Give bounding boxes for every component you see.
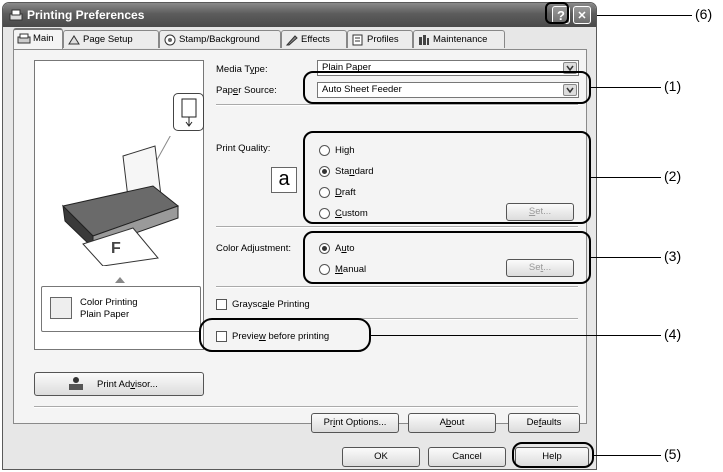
print-quality-icon: a	[271, 167, 297, 193]
stamp-icon	[164, 34, 176, 46]
tab-profiles[interactable]: Profiles	[347, 30, 413, 48]
tab-label: Main	[33, 33, 54, 44]
tab-label: Effects	[301, 34, 330, 45]
page-setup-icon	[68, 35, 80, 45]
callout-color-adjustment-outline	[303, 231, 591, 284]
callout-help-outline	[512, 442, 594, 468]
color-adjustment-label: Color Adjustment:	[216, 243, 291, 254]
paper-orientation-indicator	[173, 93, 204, 131]
tab-label: Stamp/Background	[179, 34, 260, 45]
callout-label-4: (4)	[664, 326, 682, 342]
paper-source-label: Paper Source:	[216, 85, 277, 96]
tab-page-setup[interactable]: Page Setup	[63, 30, 159, 48]
title-bar: Printing Preferences ? ✕	[3, 3, 596, 27]
status-color-mode: Color Printing	[80, 297, 138, 308]
portrait-sheet-icon	[181, 98, 197, 127]
leader-line-3	[591, 257, 661, 258]
divider	[216, 286, 578, 288]
status-paper-type: Plain Paper	[80, 309, 130, 320]
tab-maintenance[interactable]: Maintenance	[413, 30, 505, 48]
svg-text:F: F	[111, 240, 121, 257]
profiles-icon	[352, 34, 363, 46]
divider	[216, 104, 578, 106]
callout-label-1: (1)	[664, 78, 682, 94]
print-advisor-icon	[69, 377, 83, 390]
divider	[34, 406, 578, 408]
print-quality-label: Print Quality:	[216, 143, 271, 154]
callout-print-quality-outline	[303, 131, 591, 224]
callout-media-type-outline	[303, 71, 591, 104]
print-options-button[interactable]: Print Options...	[311, 413, 399, 433]
tab-label: Maintenance	[433, 34, 488, 45]
arrow-up-icon	[115, 277, 125, 283]
tab-stamp-background[interactable]: Stamp/Background	[159, 30, 281, 48]
tab-main[interactable]: Main	[13, 28, 63, 49]
leader-line-6	[597, 15, 692, 16]
leader-line-5	[594, 455, 661, 456]
effects-icon	[285, 35, 298, 46]
printer-icon	[17, 33, 31, 44]
tab-label: Page Setup	[83, 34, 133, 45]
window-title: Printing Preferences	[27, 8, 145, 22]
status-box: Color Printing Plain Paper	[41, 286, 201, 332]
close-button[interactable]: ✕	[573, 6, 591, 24]
cancel-button[interactable]: Cancel	[428, 447, 506, 467]
maintenance-icon	[419, 35, 429, 45]
print-preview-area: F Color Printing Plain Paper	[34, 60, 204, 350]
divider	[216, 226, 578, 228]
grayscale-checkbox[interactable]	[216, 299, 227, 310]
tab-label: Profiles	[367, 34, 399, 45]
paper-type-icon	[50, 297, 72, 319]
media-type-label: Media Type:	[216, 64, 268, 75]
callout-help-title-outline	[545, 2, 569, 24]
callout-preview-outline	[199, 318, 371, 352]
about-button[interactable]: About	[408, 413, 496, 433]
leader-line-4	[371, 335, 661, 336]
defaults-button[interactable]: Defaults	[508, 413, 580, 433]
printer-title-icon	[9, 9, 23, 21]
printer-illustration: F	[62, 136, 180, 266]
callout-label-2: (2)	[664, 168, 682, 184]
leader-line-1	[591, 87, 661, 88]
grayscale-label: Grayscale Printing	[232, 299, 310, 310]
tab-effects[interactable]: Effects	[281, 30, 347, 48]
ok-button[interactable]: OK	[342, 447, 420, 467]
print-advisor-button[interactable]: Print Advisor...	[34, 372, 204, 396]
print-advisor-label: Print Advisor...	[97, 379, 158, 390]
leader-line-2	[591, 177, 661, 178]
callout-label-3: (3)	[664, 248, 682, 264]
callout-label-6: (6)	[695, 6, 713, 22]
callout-label-5: (5)	[664, 446, 682, 462]
